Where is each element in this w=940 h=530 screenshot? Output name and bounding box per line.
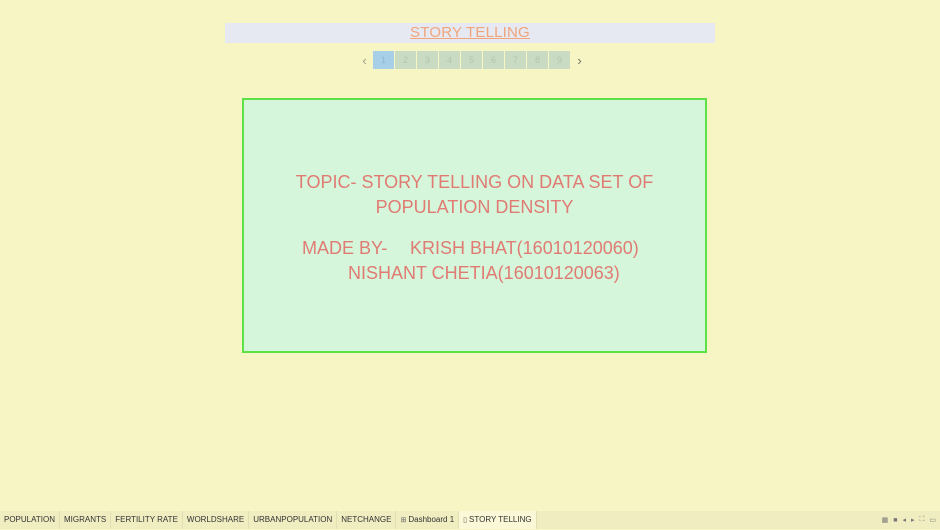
topic-text: TOPIC- STORY TELLING ON DATA SET OF POPU… bbox=[295, 172, 654, 217]
story-point-7[interactable]: 7 bbox=[505, 51, 526, 69]
chevron-left-icon[interactable]: ‹ bbox=[358, 51, 371, 69]
sheet-tab-population[interactable]: POPULATION bbox=[0, 511, 60, 529]
sheet-tab-bar: POPULATION MIGRANTS FERTILITY RATE WORLDSHA… bbox=[0, 511, 940, 529]
story-icon: ▯ bbox=[463, 517, 468, 524]
sheet-tab-urbanpopulation[interactable]: URBANPOPULATION bbox=[249, 511, 338, 529]
sheet-tab-story-telling[interactable]: ▯ STORY TELLING bbox=[459, 511, 537, 529]
sheet-tab-label: WORLDSHARE bbox=[186, 515, 245, 524]
sheet-tab-dashboard-1[interactable]: ⊞ Dashboard 1 bbox=[396, 511, 460, 529]
sheet-tab-worldshare[interactable]: WORLDSHARE bbox=[183, 511, 250, 529]
status-bar-icons: ▦ ■ ◂ ▸ ⛶ ▭ bbox=[882, 511, 936, 529]
story-title: STORY TELLING bbox=[410, 24, 530, 41]
story-point-3[interactable]: 3 bbox=[417, 51, 438, 69]
comment-icon[interactable]: ▭ bbox=[929, 516, 936, 524]
story-point-2[interactable]: 2 bbox=[395, 51, 416, 69]
fullscreen-icon[interactable]: ⛶ bbox=[919, 516, 924, 524]
grid-icon[interactable]: ▦ bbox=[882, 516, 889, 524]
sheet-tab-label: FERTILITY RATE bbox=[115, 515, 178, 524]
story-points: 123456789 bbox=[373, 51, 571, 69]
story-caption-box: TOPIC- STORY TELLING ON DATA SET OF POPU… bbox=[242, 98, 707, 353]
story-point-9[interactable]: 9 bbox=[549, 51, 570, 69]
author-1: KRISH BHAT(16010120060) bbox=[410, 238, 639, 258]
sheet-tab-fertility-rate[interactable]: FERTILITY RATE bbox=[111, 511, 183, 529]
sheet-tab-label: POPULATION bbox=[4, 515, 55, 524]
sheet-tab-label: MIGRANTS bbox=[63, 515, 107, 524]
made-by-label: MADE BY- bbox=[302, 238, 388, 258]
prev-icon[interactable]: ◂ bbox=[902, 516, 906, 524]
next-icon[interactable]: ▸ bbox=[911, 516, 915, 524]
filmstrip-icon[interactable]: ■ bbox=[893, 517, 897, 524]
sheet-tab-label: Dashboard 1 bbox=[408, 515, 455, 524]
sheet-tab-migrants[interactable]: MIGRANTS bbox=[60, 511, 112, 529]
authors-block: MADE BY- KRISH BHAT(16010120060) NISHANT … bbox=[302, 236, 639, 286]
author-2: NISHANT CHETIA(16010120063) bbox=[348, 263, 620, 283]
story-title-bar: STORY TELLING bbox=[225, 23, 715, 43]
sheet-tab-label: URBANPOPULATION bbox=[253, 515, 333, 524]
sheet-tab-netchange[interactable]: NETCHANGE bbox=[337, 511, 397, 529]
story-point-4[interactable]: 4 bbox=[439, 51, 460, 69]
story-point-8[interactable]: 8 bbox=[527, 51, 548, 69]
chevron-right-icon[interactable]: › bbox=[573, 51, 586, 69]
dashboard-icon: ⊞ bbox=[400, 517, 407, 524]
sheet-tab-label: NETCHANGE bbox=[341, 515, 392, 524]
story-point-5[interactable]: 5 bbox=[461, 51, 482, 69]
sheet-tab-label: STORY TELLING bbox=[469, 515, 532, 524]
story-point-6[interactable]: 6 bbox=[483, 51, 504, 69]
story-point-1[interactable]: 1 bbox=[373, 51, 394, 69]
story-navigator: ‹ 123456789 › bbox=[358, 51, 586, 69]
